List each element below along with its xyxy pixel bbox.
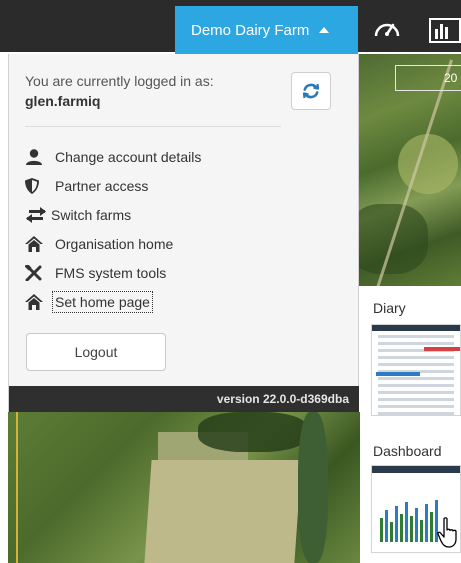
hand-pointer-cursor — [437, 517, 457, 548]
home-icon — [25, 292, 49, 312]
username: glen.farmiq — [25, 93, 101, 109]
reports-chart-icon[interactable] — [429, 16, 461, 44]
menu-item-label: Change account details — [55, 148, 202, 165]
logout-button[interactable]: Logout — [26, 333, 166, 371]
menu-item-label: Partner access — [55, 177, 149, 194]
refresh-button[interactable] — [291, 72, 331, 110]
account-menu: Change account details Partner access Sw… — [25, 142, 201, 316]
menu-item-fms-system-tools[interactable]: FMS system tools — [25, 258, 201, 287]
menu-item-label: Organisation home — [55, 235, 174, 252]
version-label: version 22.0.0-d369dba — [9, 386, 359, 412]
user-account-dropdown: You are currently logged in as: glen.far… — [8, 54, 359, 412]
user-icon — [25, 147, 49, 167]
diary-thumbnail[interactable] — [371, 324, 461, 416]
menu-item-organisation-home[interactable]: Organisation home — [25, 229, 201, 258]
farm-selector-button[interactable]: Demo Dairy Farm — [175, 6, 358, 54]
menu-item-switch-farms[interactable]: Switch farms — [25, 200, 201, 229]
map-satellite-view-lower[interactable] — [8, 412, 360, 563]
map-date-label: 20 — [395, 65, 461, 91]
menu-divider — [25, 126, 281, 127]
caret-up-icon — [319, 27, 330, 33]
dashboard-gauge-icon[interactable] — [373, 16, 401, 44]
menu-item-partner-access[interactable]: Partner access — [25, 171, 201, 200]
menu-item-label: Switch farms — [51, 206, 132, 223]
shield-icon — [25, 176, 49, 196]
farm-selector-label: Demo Dairy Farm — [191, 21, 310, 39]
home-icon — [25, 234, 49, 254]
menu-item-change-account-details[interactable]: Change account details — [25, 142, 201, 171]
swap-arrows-icon — [25, 205, 49, 225]
menu-item-label: FMS system tools — [55, 264, 167, 281]
dashboard-card-title[interactable]: Dashboard — [373, 443, 442, 459]
refresh-icon — [302, 83, 320, 99]
tools-icon — [25, 263, 49, 283]
diary-card-title[interactable]: Diary — [373, 300, 406, 316]
logged-in-label: You are currently logged in as: — [25, 73, 214, 89]
menu-item-label: Set home page — [52, 290, 153, 313]
menu-item-set-home-page[interactable]: Set home page — [25, 287, 201, 316]
